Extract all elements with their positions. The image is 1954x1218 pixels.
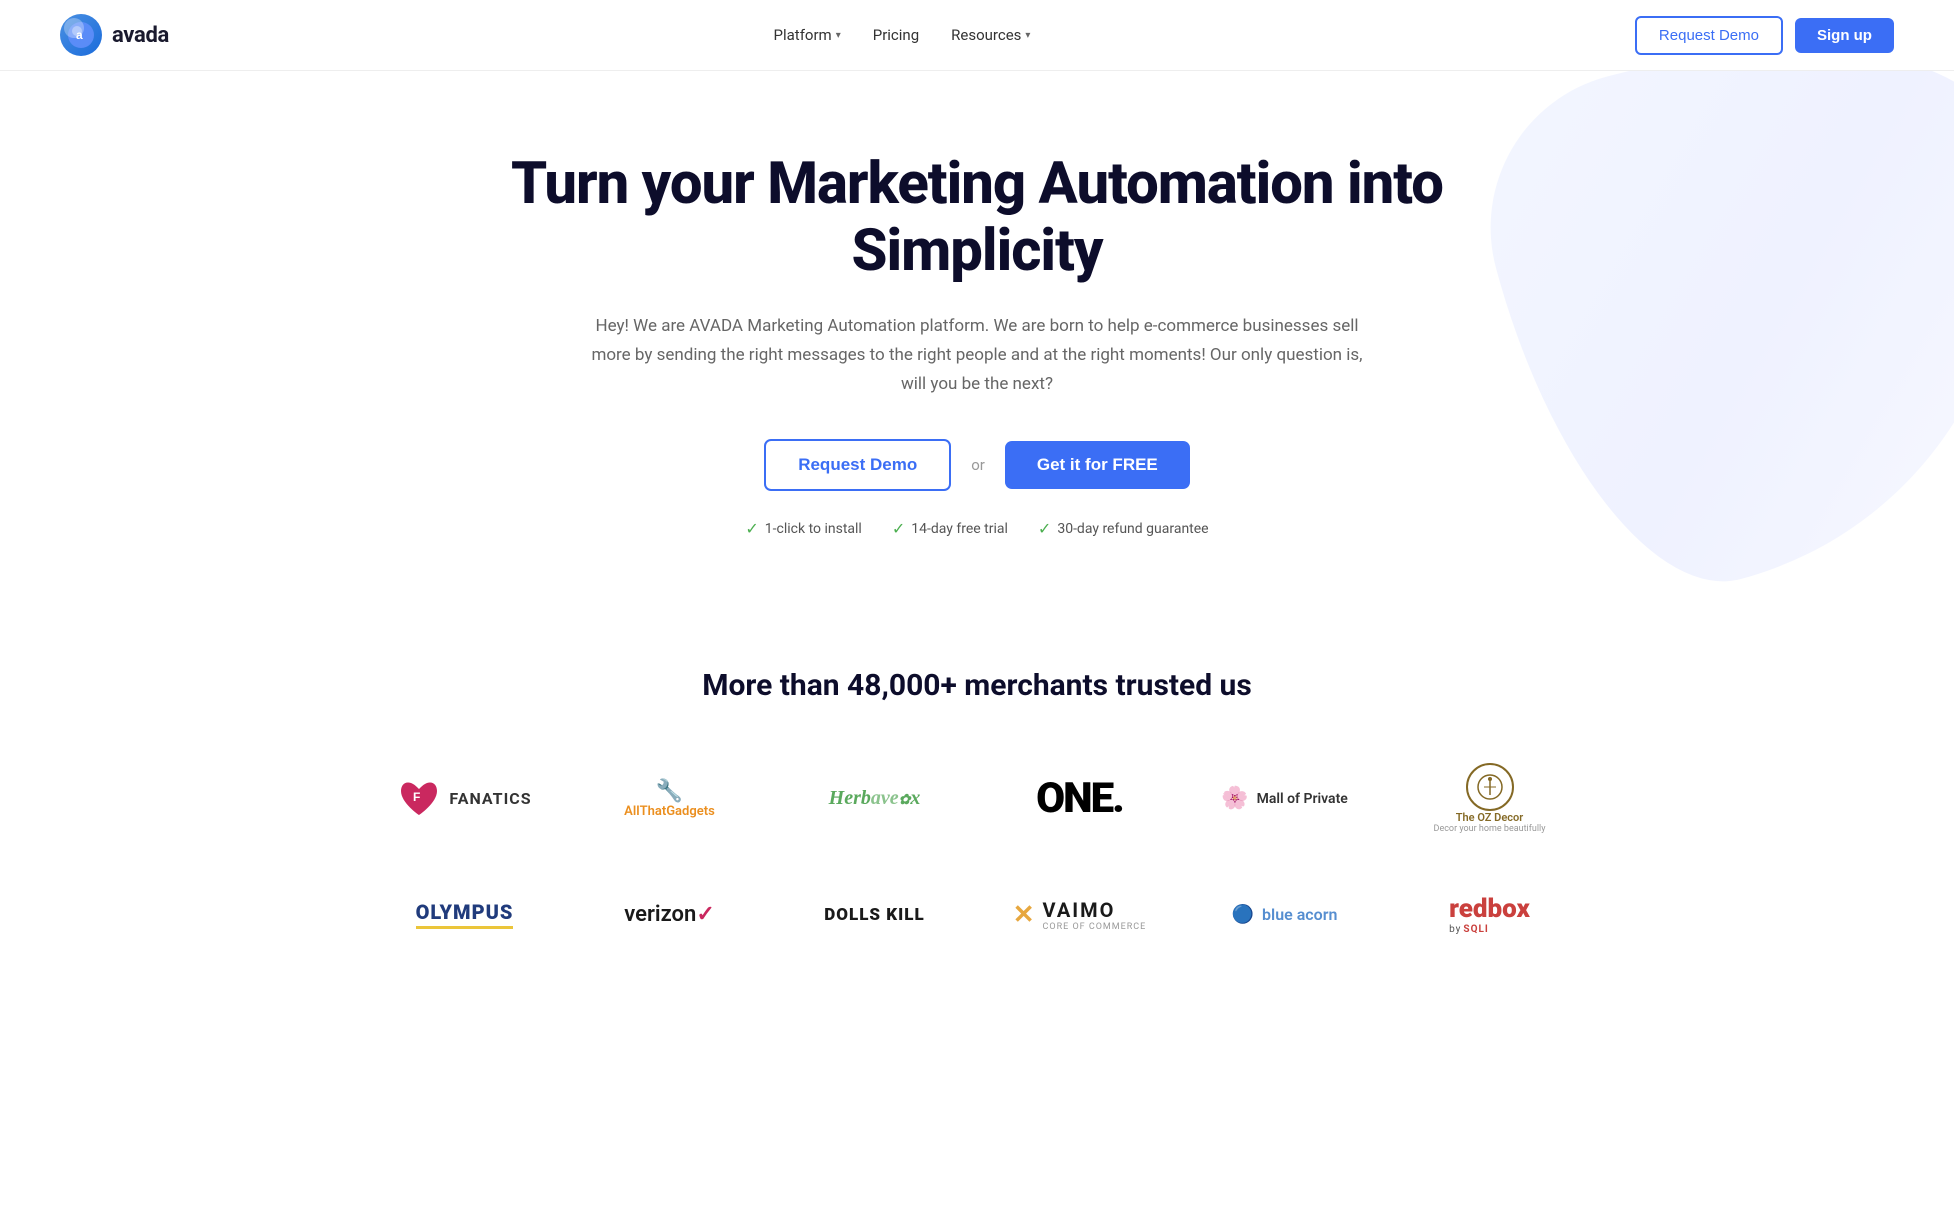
hero-section: Turn your Marketing Automation into Simp… bbox=[0, 71, 1954, 598]
logo-fanatics: F FANATICS bbox=[377, 769, 552, 829]
redbox-by: by bbox=[1449, 924, 1461, 935]
svg-text:F: F bbox=[413, 790, 420, 804]
badge-trial: ✓ 14-day free trial bbox=[892, 519, 1008, 538]
nav-platform[interactable]: Platform ▾ bbox=[774, 26, 841, 44]
nav-pricing[interactable]: Pricing bbox=[873, 26, 919, 44]
logo-olympus: OLYMPUS bbox=[377, 890, 552, 939]
vaimo-x-icon: ✕ bbox=[1013, 900, 1035, 930]
blueacorn-label: blue acorn bbox=[1262, 905, 1337, 924]
one-label: ONE. bbox=[1036, 774, 1123, 823]
logo-blue-acorn: 🔵 blue acorn bbox=[1197, 894, 1372, 935]
hero-content: Turn your Marketing Automation into Simp… bbox=[40, 151, 1914, 538]
hero-cta: Request Demo or Get it for FREE bbox=[40, 439, 1914, 491]
dollskill-label: DOLLS KILL bbox=[824, 905, 924, 925]
hero-request-demo-button[interactable]: Request Demo bbox=[764, 439, 951, 491]
badge-install: ✓ 1-click to install bbox=[745, 519, 861, 538]
navbar-nav: Platform ▾ Pricing Resources ▾ bbox=[774, 26, 1031, 44]
redbox-label: redbox bbox=[1449, 894, 1530, 924]
vaimo-sub: CORE OF COMMERCE bbox=[1043, 922, 1147, 932]
check-icon: ✓ bbox=[1038, 519, 1051, 538]
redbox-sqli: SQLI bbox=[1463, 924, 1488, 935]
logo-oz-decor: The OZ Decor Decor your home beautifully bbox=[1402, 753, 1577, 844]
nav-resources[interactable]: Resources ▾ bbox=[951, 26, 1030, 44]
chevron-down-icon: ▾ bbox=[836, 30, 841, 41]
hero-subtitle: Hey! We are AVADA Marketing Automation p… bbox=[577, 312, 1377, 399]
navbar: a avada Platform ▾ Pricing Resources ▾ R bbox=[0, 0, 1954, 71]
herbavex-label: Herbave✿x bbox=[829, 787, 921, 810]
logo-text: avada bbox=[112, 23, 169, 48]
logo-vaimo: ✕ VAIMO CORE OF COMMERCE bbox=[992, 888, 1167, 942]
check-icon: ✓ bbox=[745, 519, 758, 538]
badge-refund: ✓ 30-day refund guarantee bbox=[1038, 519, 1209, 538]
cta-or-label: or bbox=[971, 456, 985, 474]
verizon-check-icon: ✓ bbox=[696, 902, 714, 927]
ozdecor-sub: Decor your home beautifully bbox=[1434, 824, 1546, 834]
logo-mall-of-private: 🌸 Mall of Private bbox=[1197, 776, 1372, 821]
atg-icon: 🔧 bbox=[656, 779, 683, 804]
logo-herbavex: Herbave✿x bbox=[787, 777, 962, 820]
trusted-section: More than 48,000+ merchants trusted us F… bbox=[0, 598, 1954, 1005]
check-icon: ✓ bbox=[892, 519, 905, 538]
chevron-down-icon: ▾ bbox=[1025, 30, 1030, 41]
logo[interactable]: a avada bbox=[60, 14, 169, 56]
logo-redbox: redbox by SQLI bbox=[1402, 884, 1577, 945]
logo-verizon: verizon✓ bbox=[582, 892, 757, 937]
hero-badges: ✓ 1-click to install ✓ 14-day free trial… bbox=[40, 519, 1914, 538]
mop-icon: 🌸 bbox=[1221, 786, 1248, 811]
logo-icon: a bbox=[60, 14, 102, 56]
fanatics-heart-icon: F bbox=[397, 779, 441, 819]
hero-title: Turn your Marketing Automation into Simp… bbox=[427, 151, 1527, 284]
logo-one: ONE. bbox=[992, 764, 1167, 833]
signup-button[interactable]: Sign up bbox=[1795, 18, 1894, 53]
ozdecor-label: The OZ Decor bbox=[1456, 811, 1523, 824]
logos-grid: F FANATICS 🔧 AllThatGadgets Herbave✿x ON… bbox=[377, 753, 1577, 945]
atg-label: AllThatGadgets bbox=[624, 804, 715, 819]
trusted-title: More than 48,000+ merchants trusted us bbox=[60, 668, 1894, 703]
ozdecor-icon bbox=[1466, 763, 1514, 811]
fanatics-label: FANATICS bbox=[449, 789, 531, 808]
logo-dolls-kill: DOLLS KILL bbox=[787, 895, 962, 935]
olympus-label: OLYMPUS bbox=[416, 900, 514, 929]
verizon-label: verizon✓ bbox=[624, 902, 715, 927]
hero-get-free-button[interactable]: Get it for FREE bbox=[1005, 441, 1190, 489]
logo-allthatgadgets: 🔧 AllThatGadgets bbox=[582, 769, 757, 829]
blueacorn-icon: 🔵 bbox=[1232, 904, 1254, 925]
vaimo-label: VAIMO bbox=[1043, 898, 1116, 922]
mop-label: Mall of Private bbox=[1257, 791, 1348, 807]
svg-text:a: a bbox=[76, 28, 83, 42]
request-demo-button[interactable]: Request Demo bbox=[1635, 16, 1783, 55]
navbar-actions: Request Demo Sign up bbox=[1635, 16, 1894, 55]
